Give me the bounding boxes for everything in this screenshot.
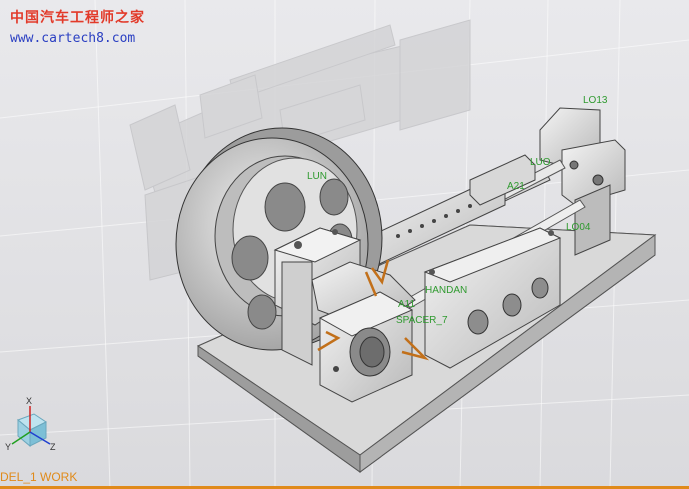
triad-y-label: Y: [5, 442, 12, 452]
status-bar-text: DEL_1 WORK: [0, 470, 78, 484]
graphics-viewport[interactable]: 中国汽车工程师之家 www.cartech8.com LO13 LUO LUN …: [0, 0, 689, 489]
model-label-spacer7[interactable]: SPACER_7: [396, 316, 448, 326]
model-label-lun[interactable]: LUN: [307, 172, 327, 182]
triad-z-label: Z: [50, 442, 56, 452]
model-label-lo13[interactable]: LO13: [583, 96, 607, 106]
model-label-a21[interactable]: A21: [507, 182, 525, 192]
watermark-url: www.cartech8.com: [10, 31, 136, 46]
model-label-luo[interactable]: LUO: [530, 158, 551, 168]
triad-x-label: X: [26, 396, 33, 406]
model-label-a11[interactable]: A11: [398, 300, 415, 310]
model-label-lo04[interactable]: LO04: [566, 223, 590, 233]
view-triad-icon[interactable]: X Y Z: [2, 396, 62, 458]
model-label-handan[interactable]: HANDAN: [425, 286, 467, 296]
3d-model-scene[interactable]: [0, 0, 689, 489]
watermark-site-name: 中国汽车工程师之家: [10, 10, 145, 26]
